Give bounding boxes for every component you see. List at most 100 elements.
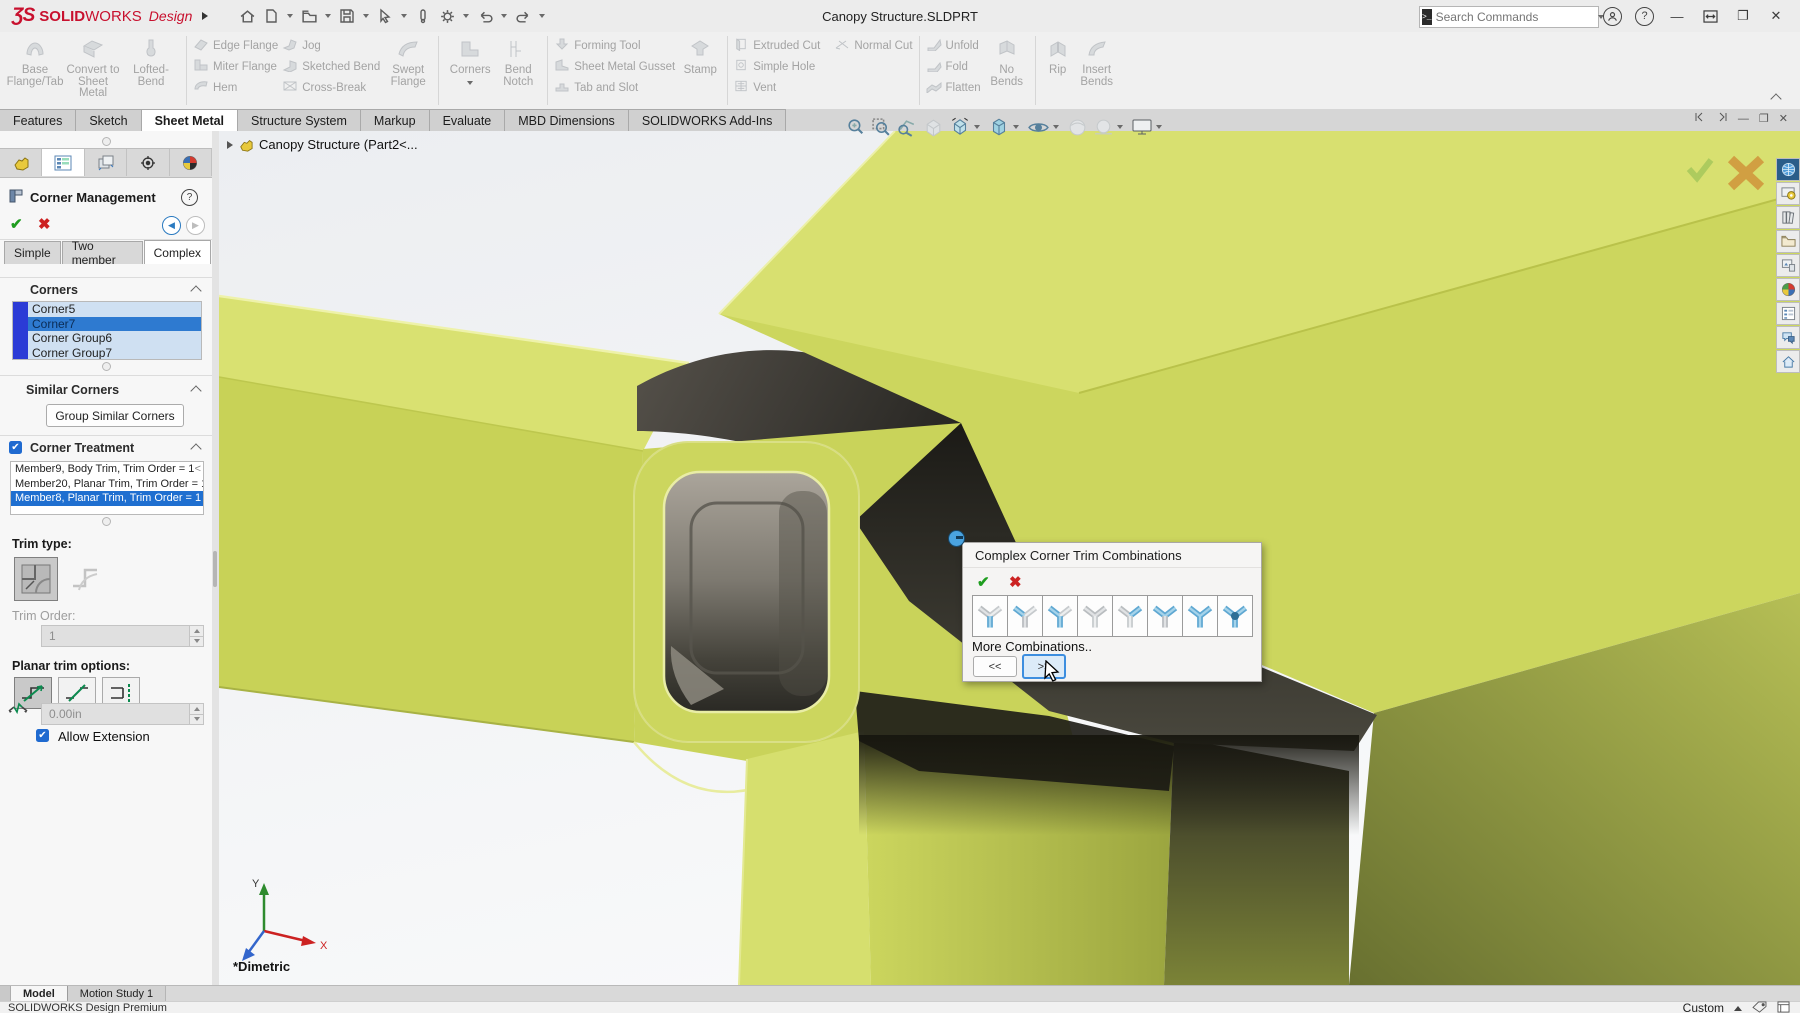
tab-and-slot-button[interactable]: Tab and Slot xyxy=(554,77,675,98)
select-dropdown-icon[interactable] xyxy=(401,14,407,18)
collapse-similar-icon[interactable] xyxy=(190,385,201,396)
corner-combination-1[interactable] xyxy=(973,596,1008,636)
apply-scene-icon[interactable] xyxy=(1093,117,1126,138)
cross-break-button[interactable]: Cross-Break xyxy=(282,77,380,98)
swept-flange-button[interactable]: Swept Flange xyxy=(385,35,431,88)
corners-section-header[interactable]: Corners xyxy=(0,283,212,299)
scroll-left-hint-icon[interactable]: < xyxy=(195,462,201,477)
tab-structure-system[interactable]: Structure System xyxy=(237,109,361,131)
hide-show-dropdown-icon[interactable] xyxy=(1053,125,1059,129)
apply-scene-dropdown-icon[interactable] xyxy=(1117,125,1123,129)
breadcrumb[interactable]: Canopy Structure (Part2<... xyxy=(227,137,418,152)
cancel-button[interactable]: ✖ xyxy=(38,215,51,233)
editing-sheet-icon[interactable] xyxy=(1777,1001,1790,1013)
selection-filter-icon[interactable] xyxy=(412,5,434,27)
panel-resize-handle[interactable] xyxy=(102,137,111,146)
view-orientation-icon[interactable] xyxy=(949,116,983,138)
corners-dropdown-icon[interactable] xyxy=(467,81,473,85)
redo-button[interactable] xyxy=(512,5,534,27)
tab-motion-study[interactable]: Motion Study 1 xyxy=(68,986,166,1002)
user-account-icon[interactable] xyxy=(1603,7,1622,26)
forward-button[interactable]: ▶ xyxy=(186,216,205,235)
select-button[interactable] xyxy=(374,5,396,27)
corner-combination-6[interactable] xyxy=(1148,596,1183,636)
file-explorer-icon[interactable] xyxy=(1776,230,1800,253)
restore-window-icon[interactable]: ❐ xyxy=(1733,6,1753,26)
trim-type-bodytrim-button[interactable] xyxy=(14,557,58,601)
sketched-bend-button[interactable]: Sketched Bend xyxy=(282,56,380,77)
base-flange-button[interactable]: Base Flange/Tab xyxy=(7,35,63,88)
corner-combination-2[interactable] xyxy=(1008,596,1043,636)
edit-appearance-icon[interactable] xyxy=(1067,117,1088,138)
tab-mbd-dimensions[interactable]: MBD Dimensions xyxy=(504,109,629,131)
design-library-icon[interactable] xyxy=(1776,206,1800,229)
collapse-corners-icon[interactable] xyxy=(190,285,201,296)
search-commands-box[interactable]: >_ xyxy=(1419,6,1599,28)
corners-button[interactable]: Corners xyxy=(446,35,494,85)
forum-icon[interactable] xyxy=(1776,326,1800,349)
view-settings-dropdown-icon[interactable] xyxy=(1156,125,1162,129)
complex-corner-trim-dialog[interactable]: Complex Corner Trim Combinations ✔ ✖ Mor… xyxy=(962,542,1262,682)
list-item-selected[interactable]: Member8, Planar Trim, Trim Order = 1 xyxy=(11,491,203,506)
new-dropdown-icon[interactable] xyxy=(287,14,293,18)
dialog-ok-button[interactable]: ✔ xyxy=(977,573,990,591)
corner-combination-4[interactable] xyxy=(1078,596,1113,636)
tab-sketch[interactable]: Sketch xyxy=(75,109,141,131)
convert-to-sheet-metal-button[interactable]: Convert to Sheet Metal xyxy=(65,35,121,100)
forming-tool-button[interactable]: Forming Tool xyxy=(554,35,675,56)
options-gear-button[interactable] xyxy=(436,5,458,27)
group-similar-corners-button[interactable]: Group Similar Corners xyxy=(46,404,184,427)
dialog-anchor-dot[interactable] xyxy=(948,530,965,547)
display-state-label[interactable]: Custom xyxy=(1683,1001,1724,1013)
jog-button[interactable]: Jog xyxy=(282,35,380,56)
list-item[interactable]: Corner Group7 xyxy=(28,346,201,361)
threedexperience-icon[interactable] xyxy=(1776,158,1800,181)
trim-order-field[interactable]: 1 xyxy=(41,625,204,647)
bend-notch-button[interactable]: Bend Notch xyxy=(496,35,540,88)
list-item-selected[interactable]: Corner7 xyxy=(28,317,201,332)
corner-treatment-section-header[interactable]: ✔ Corner Treatment xyxy=(0,441,212,457)
redo-dropdown-icon[interactable] xyxy=(539,14,545,18)
list-item[interactable]: Member20, Planar Trim, Trim Order = 1 xyxy=(11,477,203,492)
options-dropdown-icon[interactable] xyxy=(463,14,469,18)
panel-help-icon[interactable]: ? xyxy=(181,189,198,206)
tab-sheet-metal[interactable]: Sheet Metal xyxy=(141,109,238,131)
undo-button[interactable] xyxy=(474,5,496,27)
allow-extension-checkbox[interactable]: ✔ xyxy=(36,729,49,742)
hide-show-items-icon[interactable] xyxy=(1027,117,1062,138)
tab-markup[interactable]: Markup xyxy=(360,109,430,131)
custom-properties-icon[interactable] xyxy=(1776,302,1800,325)
view-settings-icon[interactable] xyxy=(1131,117,1165,137)
tab-property-manager[interactable] xyxy=(42,149,84,176)
list-item[interactable]: Member9, Body Trim, Trim Order = 1< xyxy=(11,462,203,477)
sheet-metal-gusset-button[interactable]: Sheet Metal Gusset xyxy=(554,56,675,77)
ribbon-collapse-icon[interactable] xyxy=(1772,95,1782,105)
insert-bends-button[interactable]: Insert Bends xyxy=(1075,35,1119,88)
close-document-icon[interactable]: ✕ xyxy=(1779,112,1788,125)
resize-window-icon[interactable] xyxy=(1700,6,1720,26)
hem-button[interactable]: Hem xyxy=(193,77,278,98)
tab-solidworks-addins[interactable]: SOLIDWORKS Add-Ins xyxy=(628,109,787,131)
corner-treatment-checkbox[interactable]: ✔ xyxy=(9,441,22,454)
corner-combination-3[interactable] xyxy=(1043,596,1078,636)
rip-button[interactable]: Rip xyxy=(1043,35,1073,77)
back-button[interactable]: ◀ xyxy=(162,216,181,235)
breadcrumb-expand-icon[interactable] xyxy=(227,141,233,149)
solidworks-resources-icon[interactable] xyxy=(1776,182,1800,205)
minimize-window-icon[interactable]: — xyxy=(1667,6,1687,26)
open-button[interactable] xyxy=(298,5,320,27)
tab-features[interactable]: Features xyxy=(0,109,76,131)
corners-list-resize-handle[interactable] xyxy=(102,362,111,371)
miter-flange-button[interactable]: Miter Flange xyxy=(193,56,278,77)
tab-dimxpert-manager[interactable] xyxy=(127,149,169,176)
help-icon[interactable]: ? xyxy=(1635,7,1654,26)
scroll-tabs-left-icon[interactable] xyxy=(1694,112,1706,125)
previous-combinations-button[interactable]: << xyxy=(973,656,1017,677)
display-style-icon[interactable] xyxy=(988,116,1022,138)
fold-button[interactable]: Fold xyxy=(926,56,981,77)
dialog-cancel-button[interactable]: ✖ xyxy=(1009,573,1022,591)
corners-list[interactable]: Corner5 Corner7 Corner Group6 Corner Gro… xyxy=(12,301,202,360)
vent-button[interactable]: Vent xyxy=(734,77,912,98)
normal-cut-button[interactable]: Normal Cut xyxy=(834,35,912,56)
stamp-button[interactable]: Stamp xyxy=(680,35,720,77)
